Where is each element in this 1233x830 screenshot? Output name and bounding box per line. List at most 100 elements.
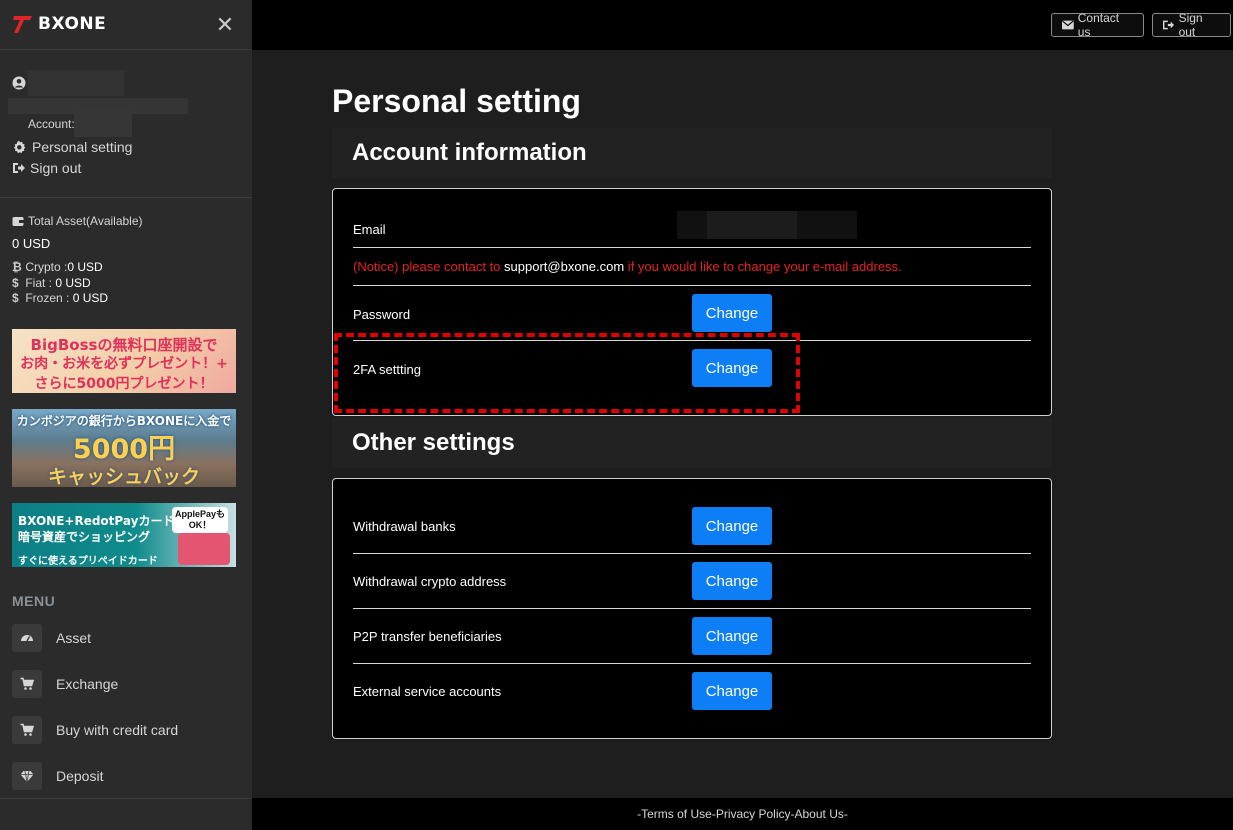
divider (353, 663, 1031, 664)
banner-line: さらに5000円プレゼント！ (34, 376, 214, 392)
change-password-button[interactable]: Change (692, 294, 772, 332)
fiat-label: Fiat : (25, 276, 56, 290)
password-label: Password (353, 307, 411, 322)
divider (353, 553, 1031, 554)
divider (353, 340, 1031, 341)
change-withdrawal-banks-button[interactable]: Change (692, 507, 772, 545)
banner-line: キャッシュバック (47, 466, 200, 487)
banner-line: BigBossの無料口座開設で (30, 336, 218, 354)
crypto-label: Crypto : (25, 260, 68, 274)
email-label: Email (353, 222, 386, 237)
2fa-setting-label: 2FA settting (353, 362, 421, 377)
privacy-policy-link[interactable]: Privacy Policy (716, 807, 791, 821)
fiat-value: 0 USD (55, 276, 91, 290)
p2p-transfer-beneficiaries-label: P2P transfer beneficiaries (353, 629, 502, 644)
dollar-icon: $ (12, 276, 19, 290)
email-change-notice: (Notice) please contact to support@bxone… (353, 259, 902, 274)
menu-item-label: Exchange (56, 676, 119, 692)
main-content: Personal setting Account information Ema… (252, 50, 1233, 798)
sidebar-header: BXONE ✕ (0, 0, 252, 50)
menu-item-deposit[interactable]: Deposit (12, 761, 242, 791)
applepay-badge: ApplePayも OK！ (172, 507, 228, 533)
crypto-balance: ₿ Crypto :0 USD (12, 260, 103, 274)
user-block: Account: Personal setting Sign out (0, 50, 252, 198)
bitcoin-icon: ₿ (12, 260, 22, 274)
cart-icon (20, 677, 34, 690)
terms-of-use-link[interactable]: Terms of Use (641, 807, 712, 821)
promo-banner-cambodia-cashback[interactable]: カンボジアの銀行からBXONEに入金で 5000円 キャッシュバック (12, 409, 236, 487)
account-label: Account: (28, 117, 75, 131)
sidebar-divider (0, 798, 252, 799)
sign-out-label: Sign out (30, 160, 82, 176)
account-id-redacted (74, 109, 132, 137)
account-information-card: Email (Notice) please contact to support… (332, 188, 1052, 416)
contact-us-label: Contact us (1077, 11, 1120, 39)
frozen-label: Frozen : (25, 291, 73, 305)
bxone-logo-icon (13, 16, 32, 33)
sidebar-sign-out-link[interactable]: Sign out (12, 160, 81, 176)
envelope-icon (1062, 20, 1074, 30)
frozen-balance: $ Frozen : 0 USD (12, 291, 108, 305)
menu-item-label: Asset (56, 630, 92, 646)
total-asset-label: Total Asset(Available) (28, 214, 143, 228)
dollar-icon: $ (12, 291, 19, 305)
divider (353, 247, 1031, 248)
sign-out-button[interactable]: Sign out (1152, 11, 1231, 39)
contact-us-button[interactable]: Contact us (1051, 11, 1144, 39)
close-sidebar-button[interactable]: ✕ (215, 14, 235, 36)
wallet-icon (12, 216, 24, 226)
change-p2p-beneficiaries-button[interactable]: Change (692, 617, 772, 655)
gear-icon (13, 140, 26, 154)
sign-out-label: Sign out (1178, 11, 1203, 39)
menu-item-asset[interactable]: Asset (12, 623, 242, 653)
withdrawal-banks-label: Withdrawal banks (353, 519, 456, 534)
banner-line: 5000円 (72, 434, 176, 465)
total-asset-title: Total Asset(Available) (12, 214, 143, 228)
personal-setting-link[interactable]: Personal setting (12, 139, 132, 155)
card-image (178, 533, 230, 565)
menu-item-label: Buy with credit card (56, 722, 179, 738)
frozen-value: 0 USD (72, 291, 109, 305)
change-2fa-button[interactable]: Change (692, 349, 772, 387)
section-title-other-settings: Other settings (332, 418, 1052, 468)
change-external-service-accounts-button[interactable]: Change (692, 672, 772, 710)
total-asset-value: 0 USD (12, 236, 51, 251)
user-icon (12, 76, 26, 90)
change-withdrawal-crypto-address-button[interactable]: Change (692, 562, 772, 600)
logo-text: BXONE (38, 14, 107, 34)
promo-banner-bigboss[interactable]: BigBossの無料口座開設で お肉・お米を必ずプレゼント！+ さらに5000円… (12, 329, 236, 393)
dashboard-icon (21, 635, 33, 642)
sign-out-icon (13, 163, 25, 173)
diamond-icon (20, 770, 34, 783)
personal-setting-label: Personal setting (32, 139, 133, 155)
footer-separator: - (843, 807, 848, 821)
username-redacted (28, 70, 124, 96)
menu-item-buy-credit-card[interactable]: Buy with credit card (12, 715, 242, 745)
footer: - Terms of Use - Privacy Policy - About … (252, 798, 1233, 830)
notice-text: if you would like to change your e-mail … (624, 259, 902, 274)
email-value-redacted (707, 211, 797, 239)
sidebar: BXONE ✕ Account: Personal setting Sign o… (0, 0, 252, 830)
crypto-value: 0 USD (67, 260, 103, 274)
asset-summary: Total Asset(Available) 0 USD ₿ Crypto :0… (0, 199, 252, 314)
other-settings-card: Withdrawal banks Change Withdrawal crypt… (332, 478, 1052, 739)
page-title: Personal setting (332, 83, 581, 119)
banner-line: お肉・お米を必ずプレゼント！+ (20, 356, 228, 372)
top-bar: Contact us Sign out (252, 0, 1233, 50)
withdrawal-crypto-address-label: Withdrawal crypto address (353, 574, 507, 589)
support-email: support@bxone.com (504, 259, 625, 274)
section-title-account-information: Account information (332, 128, 1052, 178)
menu-item-exchange[interactable]: Exchange (12, 669, 242, 699)
menu-title: MENU (12, 593, 56, 609)
sign-out-icon (1163, 20, 1175, 30)
external-service-accounts-label: External service accounts (353, 684, 502, 699)
menu-item-label: Deposit (56, 768, 104, 784)
promo-banner-redotpay[interactable]: BXONE+RedotPayカード 暗号資産でショッピング すぐに使えるプリペイ… (12, 503, 236, 567)
divider (353, 608, 1031, 609)
logo[interactable]: BXONE (12, 12, 106, 36)
about-us-link[interactable]: About Us (795, 807, 844, 821)
cart-icon (20, 723, 34, 736)
fiat-balance: $ Fiat : 0 USD (12, 276, 91, 290)
notice-text: (Notice) please contact to (353, 259, 505, 274)
divider (353, 285, 1031, 286)
